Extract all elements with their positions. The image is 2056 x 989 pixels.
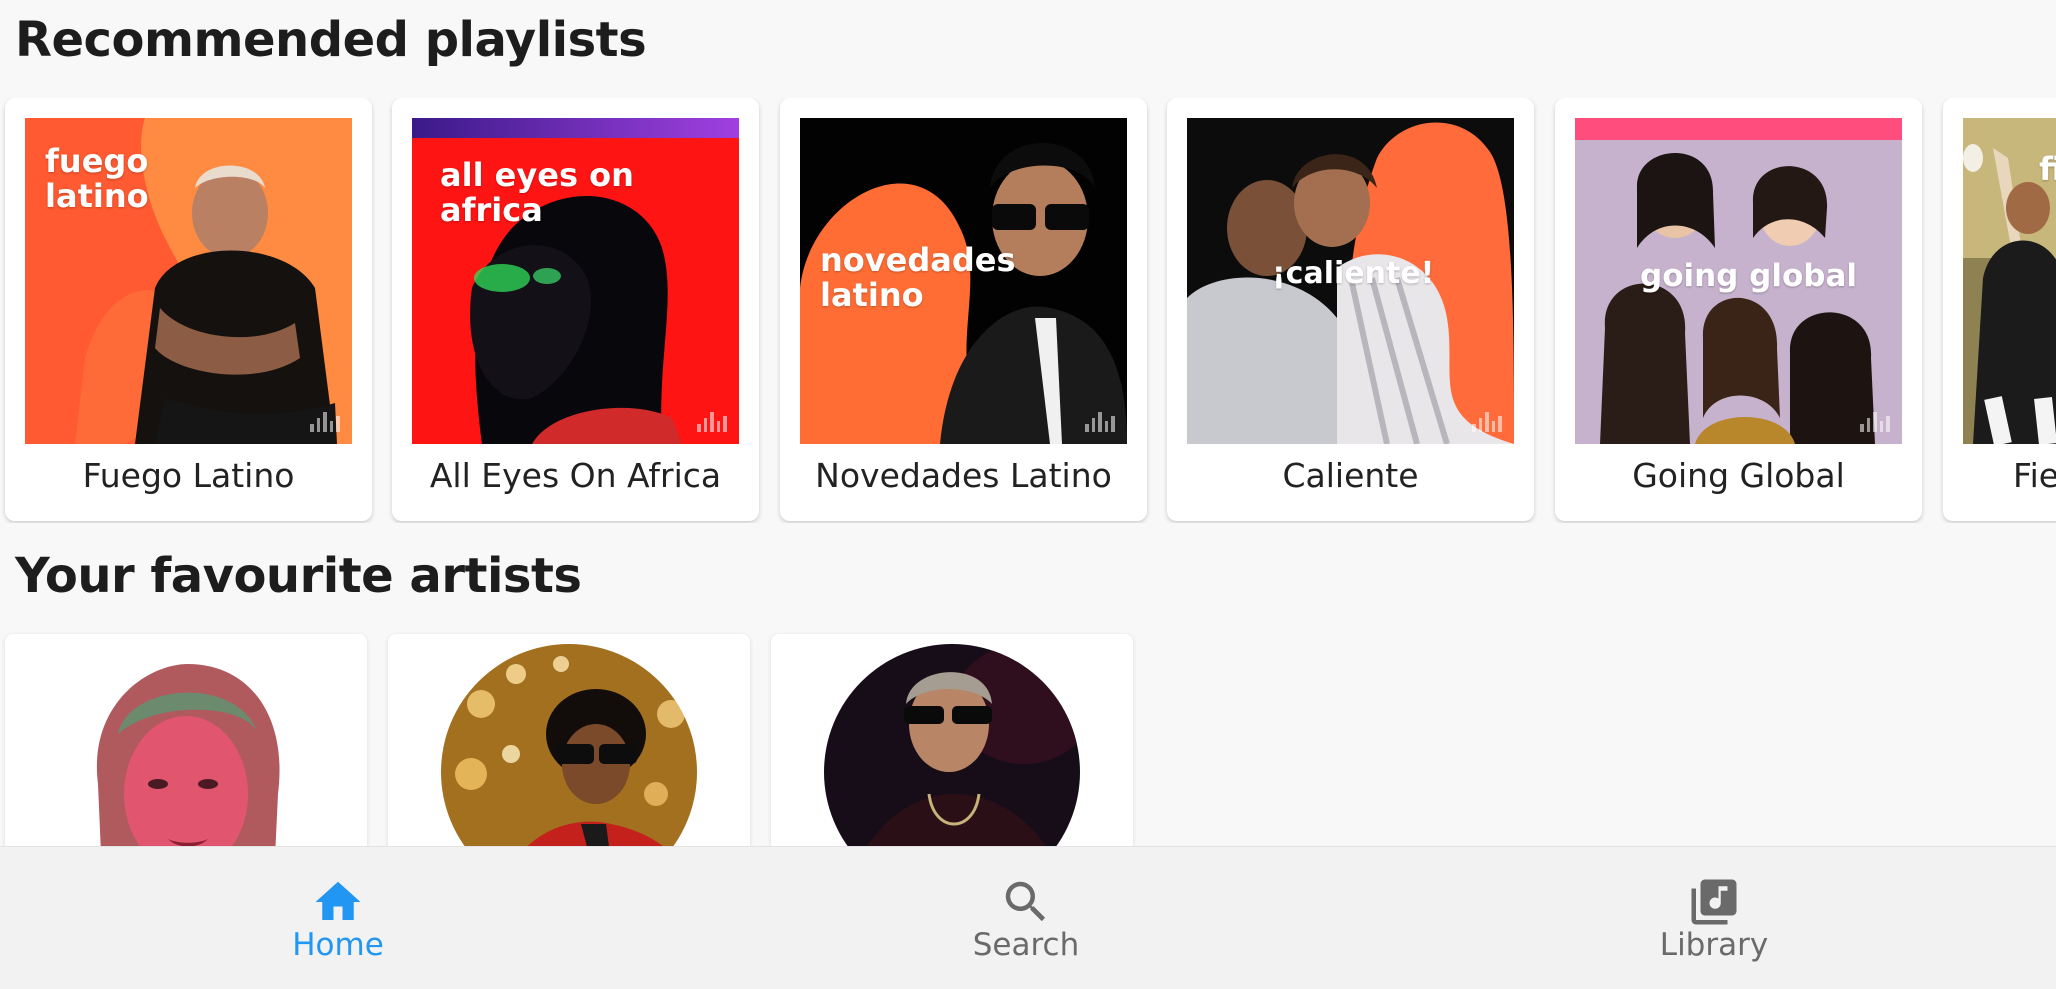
artist-card[interactable] <box>771 634 1133 874</box>
artist-avatar <box>441 644 697 874</box>
artist-avatar <box>824 644 1080 874</box>
library-music-icon <box>1687 875 1741 929</box>
playlist-cover-caliente: ¡caliente! <box>1187 118 1514 444</box>
bottom-navigation-bar: Home Search Library <box>0 846 2056 989</box>
avatar-image <box>58 644 314 874</box>
cover-title-text: novedades latino <box>820 241 1016 314</box>
playlist-cover-going-global: going global <box>1575 118 1902 444</box>
artist-card[interactable] <box>388 634 750 874</box>
playlist-card-going-global[interactable]: going global Going Global <box>1555 98 1922 521</box>
playlist-name: Fie <box>2013 456 2056 495</box>
playlist-name: Novedades Latino <box>815 456 1112 495</box>
nav-search-label: Search <box>972 927 1080 963</box>
avatar-image <box>441 644 697 874</box>
artist-card[interactable] <box>5 634 367 874</box>
cover-title-text: ¡caliente! <box>1272 256 1435 291</box>
cover-title-text: all eyes on africa <box>440 156 634 229</box>
cover-title-text: fuego latino <box>45 142 149 215</box>
playlist-card-fie[interactable]: fi Fie <box>1943 98 2056 521</box>
playlist-card-caliente[interactable]: ¡caliente! Caliente <box>1167 98 1534 521</box>
deezer-logo-icon <box>310 410 340 432</box>
artist-avatar <box>58 644 314 874</box>
playlist-name: Caliente <box>1282 456 1419 495</box>
favourite-artists-heading: Your favourite artists <box>15 548 582 604</box>
playlist-card-novedades-latino[interactable]: novedades latino Novedades Latino <box>780 98 1147 521</box>
playlist-cover-all-eyes-on-africa: all eyes on africa <box>412 118 739 444</box>
cover-title-text: fi <box>2039 150 2056 188</box>
recommended-playlists-carousel[interactable]: fuego latino Fuego Latino all eyes on af… <box>0 98 2056 523</box>
search-icon <box>999 875 1053 929</box>
playlist-cover-fie: fi <box>1963 118 2056 444</box>
playlist-card-all-eyes-on-africa[interactable]: all eyes on africa All Eyes On Africa <box>392 98 759 521</box>
playlist-card-fuego-latino[interactable]: fuego latino Fuego Latino <box>5 98 372 521</box>
nav-home[interactable]: Home <box>188 847 488 989</box>
nav-library[interactable]: Library <box>1564 847 1864 989</box>
playlist-name: All Eyes On Africa <box>429 456 722 495</box>
playlist-name: Going Global <box>1632 456 1845 495</box>
recommended-playlists-heading: Recommended playlists <box>15 12 647 68</box>
deezer-logo-icon <box>1860 410 1890 432</box>
home-icon <box>311 875 365 929</box>
playlist-name: Fuego Latino <box>82 456 295 495</box>
deezer-logo-icon <box>1472 410 1502 432</box>
nav-search[interactable]: Search <box>876 847 1176 989</box>
nav-library-label: Library <box>1659 927 1769 963</box>
nav-home-label: Home <box>292 927 384 963</box>
playlist-cover-novedades-latino: novedades latino <box>800 118 1127 444</box>
cover-title-text: going global <box>1640 258 1858 294</box>
avatar-image <box>824 644 1080 874</box>
playlist-cover-fuego-latino: fuego latino <box>25 118 352 444</box>
deezer-logo-icon <box>697 410 727 432</box>
deezer-logo-icon <box>1085 410 1115 432</box>
